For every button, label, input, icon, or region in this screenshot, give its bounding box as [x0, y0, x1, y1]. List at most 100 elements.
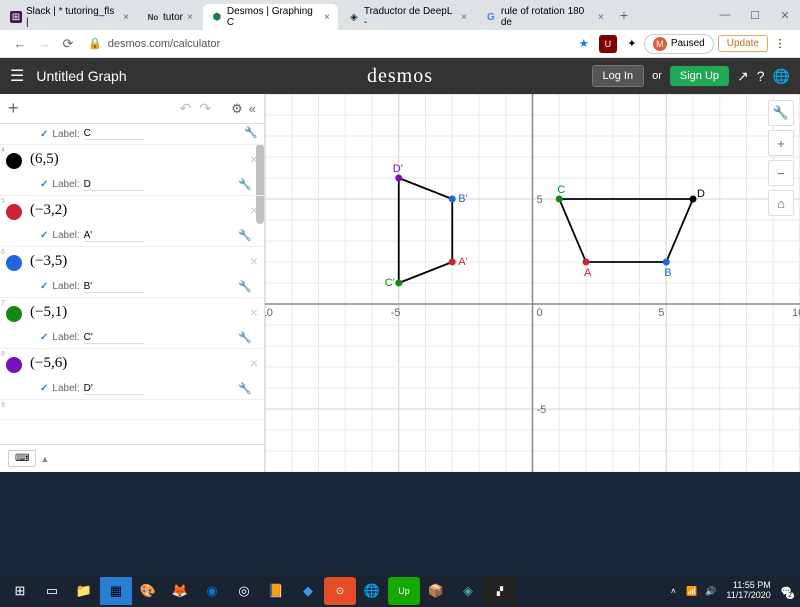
globe-icon[interactable]: 🌐	[773, 68, 790, 85]
notifications-icon[interactable]: 💬2	[781, 586, 792, 597]
check-icon[interactable]: ✓	[40, 129, 48, 140]
task-view-icon[interactable]: ▭	[36, 577, 68, 605]
app-icon[interactable]: 📙	[260, 577, 292, 605]
expression-row[interactable]: 5 (−3,2) × ✓Label:🔧	[0, 196, 264, 247]
undo-button[interactable]: ↶	[180, 100, 192, 117]
close-icon[interactable]: ×	[598, 12, 604, 23]
wifi-icon[interactable]: 📶	[686, 586, 697, 597]
app-icon[interactable]: ▞	[484, 577, 516, 605]
edge-icon[interactable]: ◉	[196, 577, 228, 605]
hamburger-icon[interactable]: ☰	[10, 66, 24, 86]
zoom-in-button[interactable]: +	[768, 130, 794, 156]
point-color-icon[interactable]	[6, 153, 22, 169]
app-icon[interactable]: 📦	[420, 577, 452, 605]
label-input[interactable]	[84, 230, 144, 242]
back-button[interactable]: ←	[10, 34, 30, 54]
signup-button[interactable]: Sign Up	[670, 66, 729, 86]
add-expression-button[interactable]: +	[8, 98, 19, 119]
tab-deepl[interactable]: ◈Traductor de DeepL -×	[340, 4, 475, 30]
volume-icon[interactable]: 🔊	[705, 586, 716, 597]
redo-button[interactable]: ↷	[199, 100, 211, 117]
wrench-icon[interactable]: 🔧	[238, 382, 252, 395]
wrench-tool-icon[interactable]: 🔧	[768, 100, 794, 126]
wrench-icon[interactable]: 🔧	[238, 331, 252, 344]
profile-paused[interactable]: MPaused	[644, 34, 714, 54]
tab-slack[interactable]: ⊞Slack | * tutoring_fls | ×	[2, 4, 137, 30]
update-button[interactable]: Update	[718, 35, 768, 52]
app-icon[interactable]: ◈	[452, 577, 484, 605]
graph-area[interactable]: 🔧 + − ⌂ -10-5510-550 ABCDA'B'C'D'	[265, 94, 800, 472]
chevron-up-icon[interactable]: ˄	[671, 586, 676, 596]
expression-text[interactable]: (6,5)	[0, 145, 264, 174]
share-icon[interactable]: ↗	[737, 68, 749, 85]
star-icon[interactable]: ★	[575, 35, 593, 53]
app-icon[interactable]: ⊙	[324, 577, 356, 605]
wrench-icon[interactable]: 🔧	[244, 126, 258, 139]
settings-gear-icon[interactable]: ⚙	[231, 101, 243, 117]
check-icon[interactable]: ✓	[40, 230, 48, 241]
expression-text[interactable]: (−3,2)	[0, 196, 264, 225]
close-icon[interactable]: ×	[123, 12, 129, 23]
url-input[interactable]: 🔒desmos.com/calculator	[88, 37, 564, 50]
help-icon[interactable]: ?	[757, 68, 765, 84]
wrench-icon[interactable]: 🔧	[238, 280, 252, 293]
obs-icon[interactable]: ◎	[228, 577, 260, 605]
check-icon[interactable]: ✓	[40, 179, 48, 190]
point-color-icon[interactable]	[6, 255, 22, 271]
delete-icon[interactable]: ×	[250, 151, 258, 167]
chevron-up-icon[interactable]: ▲	[40, 454, 49, 464]
label-input[interactable]	[84, 383, 144, 395]
point-color-icon[interactable]	[6, 204, 22, 220]
point-color-icon[interactable]	[6, 306, 22, 322]
chrome-icon[interactable]: 🌐	[356, 577, 388, 605]
close-icon[interactable]: ×	[461, 12, 467, 23]
close-icon[interactable]: ×	[187, 12, 193, 23]
collapse-sidebar-icon[interactable]: «	[249, 101, 256, 117]
reload-button[interactable]: ⟳	[58, 34, 78, 54]
expression-text[interactable]: (−3,5)	[0, 247, 264, 276]
wrench-icon[interactable]: 🔧	[238, 229, 252, 242]
delete-icon[interactable]: ×	[250, 355, 258, 371]
label-input[interactable]	[84, 332, 144, 344]
delete-icon[interactable]: ×	[250, 253, 258, 269]
new-tab-button[interactable]: +	[612, 7, 636, 23]
expression-row-empty[interactable]: 9	[0, 400, 264, 420]
graph-title[interactable]: Untitled Graph	[36, 68, 126, 84]
extensions-icon[interactable]: ✦	[623, 35, 641, 53]
label-input[interactable]	[84, 128, 144, 140]
tab-desmos-active[interactable]: ⬢Desmos | Graphing C×	[203, 4, 338, 30]
firefox-icon[interactable]: 🦊	[164, 577, 196, 605]
expression-row[interactable]: 8 (−5,6) × ✓Label:🔧	[0, 349, 264, 400]
point-color-icon[interactable]	[6, 357, 22, 373]
home-button[interactable]: ⌂	[768, 190, 794, 216]
close-icon[interactable]: ×	[324, 12, 330, 23]
expression-row[interactable]: 4 (6,5) × ✓Label:🔧	[0, 145, 264, 196]
check-icon[interactable]: ✓	[40, 383, 48, 394]
paint-icon[interactable]: 🎨	[132, 577, 164, 605]
expression-text[interactable]: (−5,1)	[0, 298, 264, 327]
tab-tutor[interactable]: Notutor×	[139, 4, 201, 30]
menu-icon[interactable]: ⋮	[771, 35, 789, 53]
check-icon[interactable]: ✓	[40, 332, 48, 343]
app-icon[interactable]: ▦	[100, 577, 132, 605]
forward-button[interactable]: →	[34, 34, 54, 54]
keyboard-icon[interactable]: ⌨	[8, 450, 36, 467]
tab-google[interactable]: Grule of rotation 180 de×	[477, 4, 612, 30]
delete-icon[interactable]: ×	[250, 304, 258, 320]
ublock-icon[interactable]: U	[599, 35, 617, 53]
label-input[interactable]	[84, 281, 144, 293]
expression-text[interactable]: (−5,6)	[0, 349, 264, 378]
upwork-icon[interactable]: Up	[388, 577, 420, 605]
zoom-out-button[interactable]: −	[768, 160, 794, 186]
wrench-icon[interactable]: 🔧	[238, 178, 252, 191]
check-icon[interactable]: ✓	[40, 281, 48, 292]
delete-icon[interactable]: ×	[250, 202, 258, 218]
app-icon[interactable]: ◆	[292, 577, 324, 605]
expression-row[interactable]: 6 (−3,5) × ✓Label:🔧	[0, 247, 264, 298]
minimize-button[interactable]: —	[710, 3, 740, 27]
explorer-icon[interactable]: 📁	[68, 577, 100, 605]
start-button[interactable]: ⊞	[4, 577, 36, 605]
close-window-button[interactable]: ✕	[770, 3, 800, 27]
expression-row[interactable]: 7 (−5,1) × ✓Label:🔧	[0, 298, 264, 349]
maximize-button[interactable]: ☐	[740, 3, 770, 27]
